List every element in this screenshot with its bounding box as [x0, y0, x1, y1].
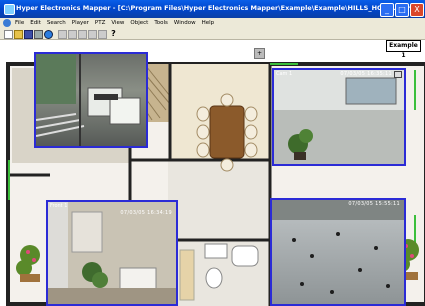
title-bar: Hyper Electronics Mapper - [C:\Program F…: [0, 0, 425, 18]
save-icon[interactable]: [24, 30, 33, 39]
close-button[interactable]: X: [410, 3, 424, 17]
camera-view-front[interactable]: Front 1 07/03/05 16:34:19: [46, 200, 178, 306]
map-marker-icon[interactable]: +: [254, 48, 265, 59]
open-icon[interactable]: [14, 30, 23, 39]
menu-tools[interactable]: Tools: [154, 20, 168, 26]
new-icon[interactable]: [4, 30, 13, 39]
camera-label: Cam 1: [276, 71, 293, 77]
camera-timestamp: 07/03/05 16:35:11: [340, 71, 392, 77]
cut-icon[interactable]: [58, 30, 67, 39]
camera-timestamp: 07/03/05 15:55:11: [348, 201, 400, 207]
street-scene: [36, 54, 141, 146]
floor-plan-canvas[interactable]: Example 1 + Cam 1 07/03/05 16:35:11 Fron…: [0, 40, 425, 306]
camera-label: Front 1: [50, 203, 68, 209]
menu-bar: File Edit Search Player PTZ View Object …: [0, 18, 425, 29]
copy-icon[interactable]: [68, 30, 77, 39]
help-icon[interactable]: ?: [110, 30, 117, 38]
print-icon[interactable]: [34, 30, 43, 39]
app-icon: [4, 4, 15, 15]
redo-icon[interactable]: [98, 30, 107, 39]
menu-search[interactable]: Search: [47, 20, 66, 26]
toolbar: ?: [0, 29, 425, 40]
maximize-button[interactable]: □: [395, 3, 409, 17]
power-icon[interactable]: [44, 30, 53, 39]
camera-view-hallway[interactable]: 07/03/05 15:55:11: [270, 198, 406, 306]
camera-view-office[interactable]: Cam 1 07/03/05 16:35:11: [272, 68, 406, 166]
camera-icon[interactable]: [394, 71, 402, 78]
menu-window[interactable]: Window: [174, 20, 196, 26]
menu-file[interactable]: File: [15, 20, 24, 26]
menu-edit[interactable]: Edit: [30, 20, 41, 26]
example-map-button[interactable]: Example 1: [386, 40, 421, 59]
undo-icon[interactable]: [88, 30, 97, 39]
window-title: Hyper Electronics Mapper - [C:\Program F…: [16, 4, 415, 12]
menu-help[interactable]: Help: [202, 20, 215, 26]
paste-icon[interactable]: [78, 30, 87, 39]
menu-object[interactable]: Object: [130, 20, 148, 26]
minimize-button[interactable]: _: [380, 3, 394, 17]
menu-view[interactable]: View: [111, 20, 124, 26]
menu-ptz[interactable]: PTZ: [95, 20, 105, 26]
menu-app-icon[interactable]: [3, 19, 11, 27]
camera-timestamp: 07/03/05 16:34:19: [120, 210, 172, 216]
hallway-scene: [272, 200, 404, 294]
front-room-scene: [48, 202, 176, 304]
camera-view-street[interactable]: [34, 52, 148, 148]
office-scene: [274, 70, 404, 164]
menu-player[interactable]: Player: [72, 20, 89, 26]
